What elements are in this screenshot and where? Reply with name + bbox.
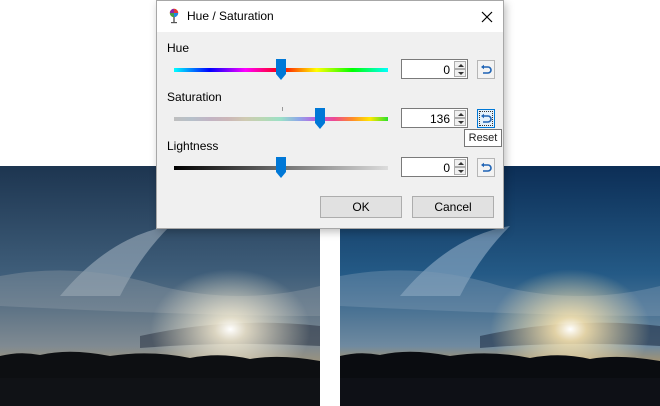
close-icon — [481, 11, 493, 22]
hue-reset-button[interactable] — [477, 60, 495, 79]
saturation-slider-track[interactable] — [174, 117, 388, 121]
dialog-title: Hue / Saturation — [187, 9, 274, 23]
lightness-label: Lightness — [167, 139, 219, 153]
saturation-spin-up-button[interactable] — [454, 110, 466, 118]
hue-spin-down-button[interactable] — [454, 69, 466, 77]
close-button[interactable] — [471, 1, 503, 32]
color-palette-icon — [166, 8, 182, 24]
saturation-value-input[interactable]: 136 — [401, 108, 468, 128]
saturation-slider-thumb[interactable] — [314, 108, 326, 130]
hue-spin-up-button[interactable] — [454, 61, 466, 69]
saturation-spin-down-button[interactable] — [454, 118, 466, 126]
saturation-default-tick — [282, 107, 283, 111]
hue-saturation-dialog: Hue / Saturation Hue 0 Saturation 136 Li… — [156, 0, 504, 229]
reset-tooltip: Reset — [464, 129, 502, 147]
saturation-reset-button[interactable] — [477, 109, 495, 128]
hue-value: 0 — [443, 63, 450, 77]
hue-value-input[interactable]: 0 — [401, 59, 468, 79]
lightness-reset-button[interactable] — [477, 158, 495, 177]
lightness-slider-thumb[interactable] — [275, 157, 287, 179]
lightness-value: 0 — [443, 161, 450, 175]
reset-icon — [481, 113, 492, 123]
hue-slider-thumb[interactable] — [275, 59, 287, 81]
cancel-button[interactable]: Cancel — [412, 196, 494, 218]
reset-icon — [481, 64, 492, 74]
saturation-label: Saturation — [167, 90, 222, 104]
lightness-spin-up-button[interactable] — [454, 159, 466, 167]
reset-icon — [481, 162, 492, 172]
title-bar[interactable]: Hue / Saturation — [157, 1, 503, 32]
hue-label: Hue — [167, 41, 190, 55]
saturation-value: 136 — [429, 112, 450, 126]
lightness-spin-down-button[interactable] — [454, 167, 466, 175]
lightness-value-input[interactable]: 0 — [401, 157, 468, 177]
ok-button[interactable]: OK — [320, 196, 402, 218]
